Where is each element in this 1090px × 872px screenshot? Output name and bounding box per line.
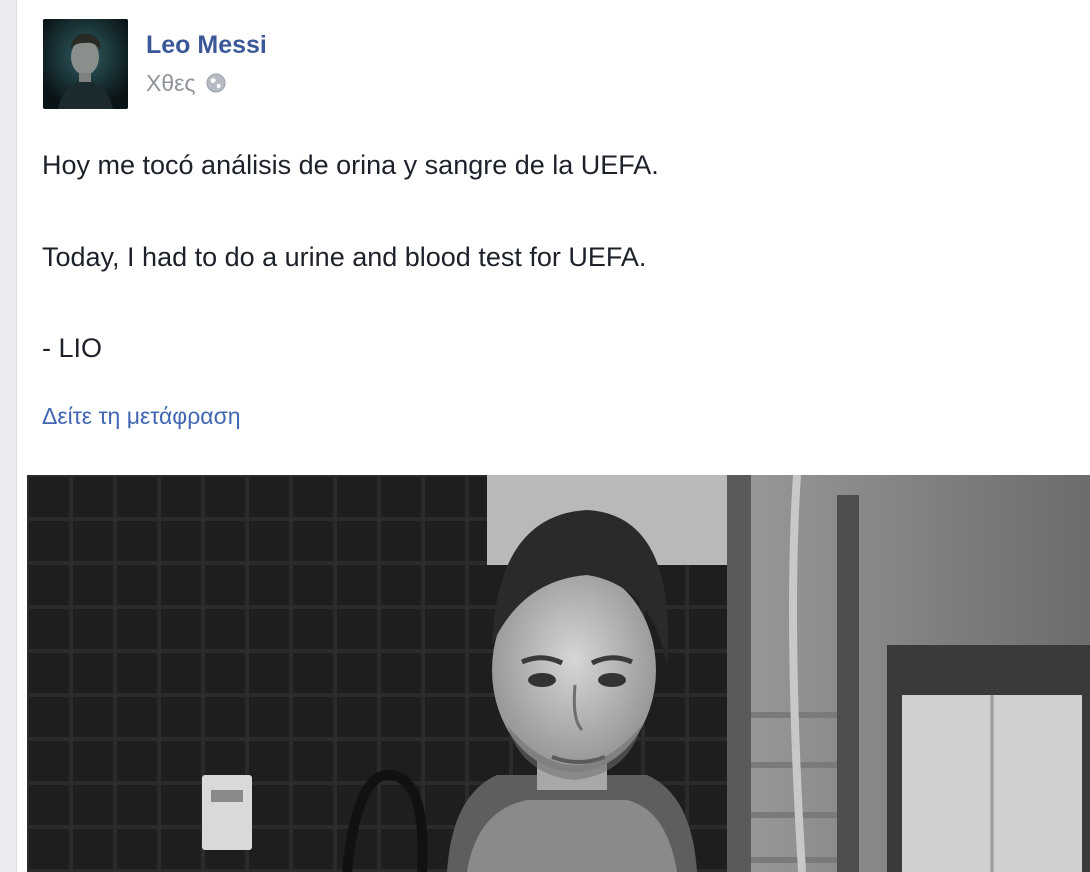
- post-text-line: - LIO: [42, 333, 103, 363]
- post-timestamp[interactable]: Χθες: [146, 70, 195, 97]
- post-text-line: Hoy me tocó análisis de orina y sangre d…: [42, 150, 659, 180]
- post-meta: Χθες: [146, 68, 227, 98]
- facebook-post: Leo Messi Χθες Hoy me tocó análisis de o…: [17, 0, 1090, 872]
- avatar[interactable]: [43, 19, 128, 109]
- globe-icon[interactable]: [205, 72, 227, 94]
- post-photo[interactable]: [27, 475, 1090, 872]
- author-name-link[interactable]: Leo Messi: [146, 31, 267, 60]
- page-background-strip: [0, 0, 17, 872]
- see-translation-link[interactable]: Δείτε τη μετάφραση: [42, 403, 241, 430]
- post-text-line: Today, I had to do a urine and blood tes…: [42, 242, 647, 272]
